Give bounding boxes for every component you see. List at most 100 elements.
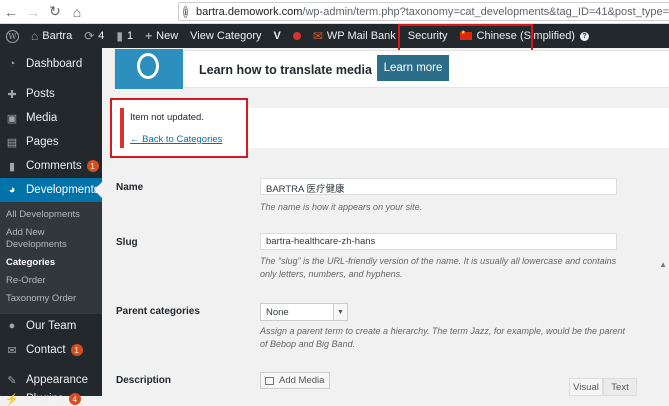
back-arrow-icon[interactable]: ← (0, 1, 22, 23)
view-category-label: View Category (190, 30, 262, 42)
sidebar-item-label: Posts (26, 88, 55, 100)
parent-categories-label: Parent categories (116, 306, 200, 317)
mail-bank-label: WP Mail Bank (326, 30, 396, 42)
submenu-add-new[interactable]: Add New Developments (0, 224, 102, 254)
tab-visual[interactable]: Visual (569, 378, 603, 396)
submenu-re-order[interactable]: Re-Order (0, 272, 102, 290)
site-name-menu[interactable]: ⌂ Bartra (25, 24, 78, 48)
add-media-button[interactable]: Add Media (260, 372, 330, 389)
slug-description-line-1: The “slug” is the URL-friendly version o… (260, 256, 617, 266)
slug-input[interactable]: bartra-healthcare-zh-hans (260, 233, 617, 250)
pin-icon: ✚ (7, 88, 17, 101)
submenu-categories[interactable]: Categories (0, 254, 102, 272)
notice-background (248, 108, 669, 148)
plug-icon: ⚡ (5, 393, 19, 406)
wp-admin-bar: W ⌂ Bartra ⟳ 4 ▮ 1 + New View Category V… (0, 24, 669, 48)
globe-icon: ◕ (8, 184, 16, 196)
home-icon[interactable]: ⌂ (66, 1, 88, 23)
sidebar-item-label: Comments (26, 160, 82, 172)
scrollbar-up-arrow-icon[interactable]: ▲ (659, 260, 667, 269)
mail-bank-icon: ✉ (312, 29, 323, 43)
sidebar-item-comments[interactable]: ▮ Comments 1 (0, 154, 102, 178)
current-menu-pointer (94, 182, 102, 198)
error-notice: Item not updated. ← Back to Categories (110, 98, 248, 158)
name-label: Name (116, 182, 144, 193)
add-media-label: Add Media (279, 375, 325, 386)
submenu-all-developments[interactable]: All Developments (0, 206, 102, 224)
notice-accent-bar (120, 108, 124, 148)
parent-category-select[interactable]: None ▼ (260, 303, 348, 321)
sidebar-item-developments[interactable]: ◕ Developments (0, 178, 102, 202)
parent-description: Assign a parent term to create a hierarc… (260, 325, 625, 351)
sidebar-item-label: Contact (26, 344, 66, 356)
sidebar-item-label: Dashboard (26, 58, 83, 70)
home-icon: ⌂ (31, 29, 39, 43)
wordpress-logo-icon[interactable]: W (0, 24, 25, 48)
sidebar-item-label: Pages (26, 136, 59, 148)
team-icon: ● (8, 320, 16, 332)
url-path: /wp-admin/term.php?taxonomy=cat_developm… (302, 5, 669, 18)
reload-icon[interactable]: ↻ (44, 1, 66, 23)
help-icon[interactable]: ? (579, 31, 589, 41)
sidebar-item-our-team[interactable]: ● Our Team (0, 314, 102, 338)
comments-menu[interactable]: ▮ 1 (110, 24, 139, 48)
forward-arrow-icon[interactable]: → (22, 1, 44, 23)
slug-description: The “slug” is the URL-friendly version o… (260, 255, 616, 281)
updates-icon: ⟳ (84, 29, 95, 43)
site-name: Bartra (42, 30, 73, 42)
url-host: bartra.demowork.com (196, 5, 303, 18)
sidebar-item-posts[interactable]: ✚ Posts (0, 82, 102, 106)
sidebar-item-label: Developments (26, 184, 100, 196)
submenu-taxonomy-order[interactable]: Taxonomy Order (0, 290, 102, 308)
slug-label: Slug (116, 237, 138, 248)
pages-icon: ▤ (6, 136, 18, 149)
slug-description-line-2: only letters, numbers, and hyphens. (260, 269, 403, 279)
updates-count: 4 (98, 30, 105, 42)
chevron-down-icon: ▼ (333, 304, 347, 320)
description-label: Description (116, 375, 172, 386)
browser-toolbar: ← → ↻ ⌂ i bartra.demowork.com/wp-admin/t… (0, 0, 669, 24)
sidebar-item-plugins[interactable]: ⚡ Plugins 4 (0, 392, 102, 406)
main-content: Learn how to translate media Learn more … (102, 48, 669, 396)
admin-sidebar: ◔ Dashboard ✚ Posts ▣ Media ▤ Pages ▮ Co… (0, 48, 102, 406)
notice-message: Item not updated. (130, 112, 204, 123)
comments-badge: 1 (86, 160, 99, 172)
view-category-link[interactable]: View Category (184, 24, 267, 48)
sidebar-item-contact[interactable]: ✉ Contact 1 (0, 338, 102, 362)
comments-count: 1 (127, 30, 134, 42)
contact-badge: 1 (70, 344, 83, 356)
mail-bank-menu[interactable]: ✉ WP Mail Bank (307, 24, 402, 48)
status-dot-icon[interactable] (287, 24, 307, 48)
sidebar-item-media[interactable]: ▣ Media (0, 106, 102, 130)
dashboard-icon: ◔ (8, 58, 16, 70)
brush-icon: ✎ (7, 374, 17, 387)
sidebar-item-label: Our Team (26, 320, 77, 332)
name-description: The name is how it appears on your site. (260, 202, 423, 212)
sidebar-item-pages[interactable]: ▤ Pages (0, 130, 102, 154)
back-to-categories-link[interactable]: ← Back to Categories (130, 134, 222, 145)
parent-description-line-2: of Bebop and Big Band. (260, 339, 356, 349)
translation-promo-banner: Learn how to translate media Learn more (114, 49, 669, 89)
mail-icon: ✉ (7, 344, 17, 357)
new-content-menu[interactable]: + New (139, 24, 184, 48)
plugin-v-icon[interactable]: V (268, 24, 287, 48)
sidebar-item-appearance[interactable]: ✎ Appearance (0, 368, 102, 392)
developments-submenu: All Developments Add New Developments Ca… (0, 202, 102, 314)
sidebar-item-dashboard[interactable]: ◔ Dashboard (0, 52, 102, 76)
site-info-icon[interactable]: i (183, 5, 189, 18)
plus-icon: + (145, 29, 153, 43)
updates-menu[interactable]: ⟳ 4 (78, 24, 110, 48)
sidebar-item-label: Plugins (26, 393, 64, 405)
comment-icon: ▮ (116, 29, 124, 43)
media-icon: ▣ (6, 112, 18, 125)
tab-text[interactable]: Text (603, 378, 637, 396)
sidebar-item-label: Media (26, 112, 58, 124)
learn-more-button[interactable]: Learn more (377, 55, 449, 81)
sidebar-item-label: Appearance (26, 374, 89, 386)
comment-icon: ▮ (8, 160, 16, 173)
promo-text: Learn how to translate media (199, 63, 372, 77)
name-input[interactable]: BARTRA 医疗健康 (260, 178, 617, 195)
wpml-logo-icon (115, 49, 183, 89)
address-bar[interactable]: i bartra.demowork.com/wp-admin/term.php?… (178, 2, 669, 21)
media-icon (265, 376, 274, 385)
